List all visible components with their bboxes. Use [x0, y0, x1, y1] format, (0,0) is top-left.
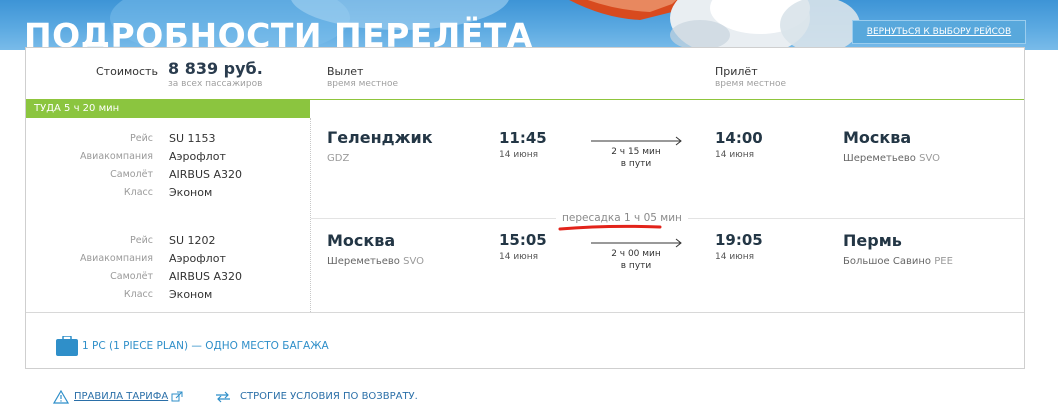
class-label: Класс	[123, 289, 153, 300]
departure-city: Геленджик	[327, 128, 433, 147]
flight-number: SU 1153	[169, 132, 216, 145]
flight-duration: 2 ч 15 мин в пути	[591, 146, 681, 170]
class-value: Эконом	[169, 186, 213, 199]
arrival-airport-name: Шереметьево	[843, 153, 916, 164]
segment-1-info: Рейс SU 1153 Авиакомпания Аэрофлот Самол…	[26, 130, 286, 210]
aircraft-model: AIRBUS A320	[169, 270, 243, 283]
flight-details-card: Стоимость 8 839 руб. за всех пассажиров …	[25, 47, 1025, 369]
duration-value: 2 ч 00 мин	[611, 249, 661, 259]
header-banner: ПОДРОБНОСТИ ПЕРЕЛЁТА ВЕРНУТЬСЯ К ВЫБОРУ …	[0, 0, 1058, 50]
arrival-date: 14 июня	[715, 150, 755, 160]
class-row: Класс Эконом	[26, 286, 286, 304]
arrival-label: Прилёт	[715, 65, 758, 78]
class-row: Класс Эконом	[26, 184, 286, 202]
page-title: ПОДРОБНОСТИ ПЕРЕЛЁТА	[24, 16, 533, 50]
baggage-allowance: 1 PC (1 PIECE PLAN) — ОДНО МЕСТО БАГАЖА	[82, 340, 329, 352]
aircraft-label: Самолёт	[110, 271, 153, 282]
in-transit-label: в пути	[620, 159, 652, 169]
arrival-time: 19:05	[715, 231, 763, 249]
exchange-arrows-icon	[216, 391, 230, 403]
back-to-flights-button[interactable]: ВЕРНУТЬСЯ К ВЫБОРУ РЕЙСОВ	[852, 20, 1026, 44]
departure-label: Вылет	[327, 65, 364, 78]
flight-row: Рейс SU 1153	[26, 130, 286, 148]
departure-city: Москва	[327, 231, 396, 250]
flight-row: Рейс SU 1202	[26, 232, 286, 250]
segment-2-info: Рейс SU 1202 Авиакомпания Аэрофлот Самол…	[26, 232, 286, 312]
cost-note: за всех пассажиров	[168, 79, 263, 89]
aircraft-row: Самолёт AIRBUS A320	[26, 268, 286, 286]
aircraft-label: Самолёт	[110, 169, 153, 180]
arrival-city: Москва	[843, 128, 912, 147]
flight-number: SU 1202	[169, 234, 216, 247]
arrival-airport-code: SVO	[919, 153, 941, 164]
flight-arrow-icon	[591, 238, 682, 248]
departure-airport-code: GDZ	[327, 153, 350, 164]
arrival-airport-code: PEE	[934, 256, 953, 267]
flight-label: Рейс	[130, 235, 153, 246]
departure-time: 11:45	[499, 129, 547, 147]
aircraft-model: AIRBUS A320	[169, 168, 243, 181]
airline-row: Авиакомпания Аэрофлот	[26, 250, 286, 268]
airline-label: Авиакомпания	[80, 151, 153, 162]
departure-airport-code: SVO	[403, 256, 425, 267]
airline-name: Аэрофлот	[169, 150, 226, 163]
class-label: Класс	[123, 187, 153, 198]
class-value: Эконом	[169, 288, 213, 301]
departure-note: время местное	[327, 79, 399, 89]
departure-date: 14 июня	[499, 150, 539, 160]
summary-header: Стоимость 8 839 руб. за всех пассажиров …	[26, 48, 1024, 100]
refund-terms-link[interactable]: СТРОГИЕ УСЛОВИЯ ПО ВОЗВРАТУ.	[240, 391, 418, 402]
flight-duration: 2 ч 00 мин в пути	[591, 248, 681, 272]
in-transit-label: в пути	[620, 261, 652, 271]
cost-label: Стоимость	[96, 65, 158, 78]
departure-time: 15:05	[499, 231, 547, 249]
departure-date: 14 июня	[499, 252, 539, 262]
arrival-airport: Большое Савино PEE	[843, 256, 953, 267]
arrival-airport-name: Большое Савино	[843, 256, 932, 267]
departure-airport: GDZ	[327, 153, 349, 164]
tariff-rules-link[interactable]: ПРАВИЛА ТАРИФА	[74, 391, 168, 402]
cost-value: 8 839 руб.	[168, 59, 263, 78]
airline-row: Авиакомпания Аэрофлот	[26, 148, 286, 166]
arrival-city: Пермь	[843, 231, 902, 250]
segment-2-route: Москва Шереметьево SVO 15:05 14 июня 2 ч…	[311, 228, 1024, 318]
flight-label: Рейс	[130, 133, 153, 144]
segment-1-route: Геленджик GDZ 11:45 14 июня 2 ч 15 мин в…	[311, 126, 1024, 216]
departure-airport: Шереметьево SVO	[327, 256, 424, 267]
departure-airport-name: Шереметьево	[327, 256, 400, 267]
arrival-airport: Шереметьево SVO	[843, 153, 940, 164]
airline-name: Аэрофлот	[169, 252, 226, 265]
warning-triangle-icon	[53, 390, 69, 404]
airline-label: Авиакомпания	[80, 253, 153, 264]
baggage-divider	[26, 312, 1024, 313]
arrival-note: время местное	[715, 79, 787, 89]
direction-bar: ТУДА 5 ч 20 мин	[26, 100, 310, 118]
aircraft-row: Самолёт AIRBUS A320	[26, 166, 286, 184]
external-link-icon[interactable]	[171, 391, 183, 403]
arrival-time: 14:00	[715, 129, 763, 147]
duration-value: 2 ч 15 мин	[611, 147, 661, 157]
arrival-date: 14 июня	[715, 252, 755, 262]
suitcase-icon	[56, 336, 78, 356]
flight-arrow-icon	[591, 136, 682, 146]
